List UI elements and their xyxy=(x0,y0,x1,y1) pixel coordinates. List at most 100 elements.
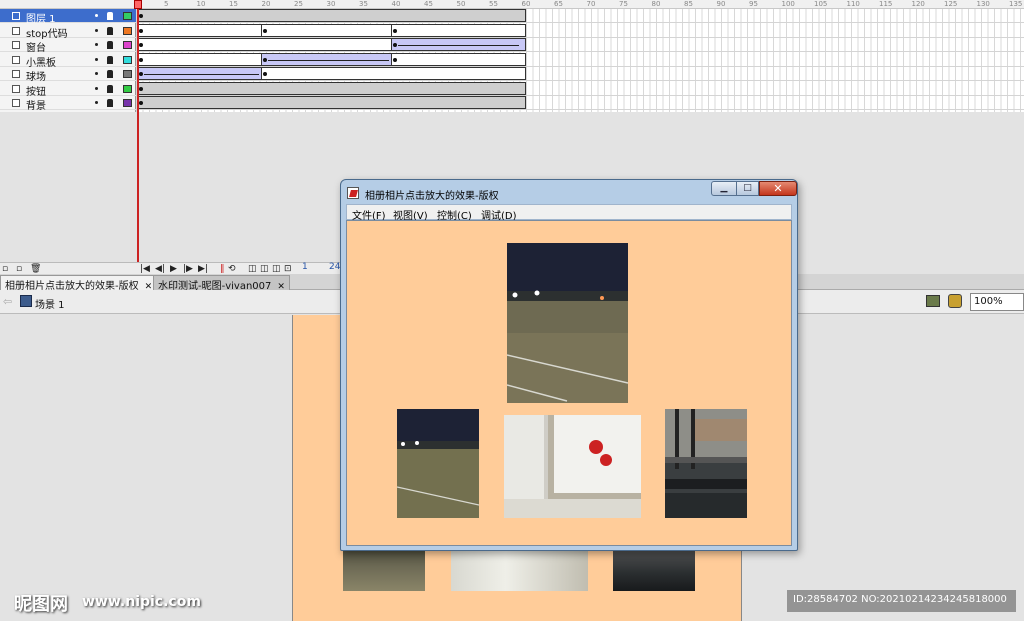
delete-layer-icon[interactable]: 🗑 xyxy=(30,264,41,274)
visibility-toggle-icon[interactable] xyxy=(95,14,98,17)
lock-icon[interactable] xyxy=(107,41,113,49)
keyframe-dot[interactable] xyxy=(262,28,267,33)
lock-icon[interactable] xyxy=(107,12,113,20)
playhead-handle[interactable] xyxy=(134,0,142,9)
outline-color-swatch[interactable] xyxy=(123,26,132,35)
thumbnail-photo-field[interactable] xyxy=(397,409,479,518)
ruler-tick-label: 125 xyxy=(944,0,958,8)
onion-skin-icon[interactable]: ◫ xyxy=(248,264,257,274)
lock-icon[interactable] xyxy=(107,70,113,78)
keyframe-span[interactable] xyxy=(260,67,526,80)
keyframe-span[interactable] xyxy=(260,23,396,37)
keyframe-dot[interactable] xyxy=(139,57,143,62)
keyframe-dot[interactable] xyxy=(139,86,143,91)
layer-row[interactable]: 按钮 xyxy=(0,82,136,98)
lock-icon[interactable] xyxy=(107,99,113,107)
keyframe-dot[interactable] xyxy=(392,57,397,62)
frame-row[interactable] xyxy=(136,96,1024,110)
keyframe-dot[interactable] xyxy=(392,28,397,33)
ruler-tick-label: 65 xyxy=(554,0,563,8)
go-to-last-frame-icon[interactable]: ▶| xyxy=(198,264,208,274)
loop-icon[interactable]: ⟲ xyxy=(228,264,236,274)
tab-watermark-test[interactable]: 水印测试-昵图-vivan007 ✕ xyxy=(153,275,290,292)
outline-color-swatch[interactable] xyxy=(123,70,132,78)
layer-row[interactable]: stop代码 xyxy=(0,24,136,40)
layer-name[interactable]: 背景 xyxy=(26,97,46,112)
ruler-tick-label: 130 xyxy=(976,0,990,8)
frame-row[interactable] xyxy=(136,67,1024,81)
thumbnail-photo-window[interactable] xyxy=(665,409,747,518)
keyframe-span[interactable] xyxy=(137,52,266,66)
layer-row[interactable]: 小黑板 xyxy=(0,53,136,69)
layer-row[interactable]: 图层 1 xyxy=(0,9,136,25)
keyframe-span[interactable] xyxy=(390,23,526,37)
play-icon[interactable]: ▶ xyxy=(170,264,177,274)
enlarged-photo-field[interactable] xyxy=(507,243,628,403)
step-back-icon[interactable]: ◀| xyxy=(155,264,165,274)
visibility-toggle-icon[interactable] xyxy=(95,86,98,90)
frame-row[interactable] xyxy=(136,23,1024,38)
outline-color-swatch[interactable] xyxy=(123,41,132,49)
layer-row[interactable]: 窗台 xyxy=(0,38,136,54)
layer-row[interactable]: 球场 xyxy=(0,67,136,83)
step-forward-icon[interactable]: |▶ xyxy=(183,264,193,274)
outline-color-swatch[interactable] xyxy=(123,84,132,93)
keyframe-span[interactable] xyxy=(390,52,526,66)
motion-tween-span[interactable] xyxy=(390,38,526,51)
keyframe-span[interactable] xyxy=(137,96,526,109)
go-to-first-frame-icon[interactable]: |◀ xyxy=(140,264,150,274)
keyframe-span[interactable] xyxy=(137,81,526,95)
modify-markers-icon[interactable]: ⊡ xyxy=(284,264,292,274)
layer-type-icon xyxy=(12,84,20,93)
scene-label[interactable]: 场景 1 xyxy=(35,296,65,311)
keyframe-dot[interactable] xyxy=(139,14,143,18)
keyframe-dot[interactable] xyxy=(139,43,143,47)
frame-ruler[interactable]: 1510152025303540455055606570758085909510… xyxy=(0,0,1024,9)
keyframe-span[interactable] xyxy=(137,38,396,51)
keyframe-span[interactable] xyxy=(137,23,266,37)
keyframe-dot[interactable] xyxy=(262,57,267,62)
thumbnail-photo-board[interactable] xyxy=(504,415,641,518)
keyframe-dot[interactable] xyxy=(262,72,267,76)
visibility-toggle-icon[interactable] xyxy=(95,72,98,75)
edit-scene-icon[interactable] xyxy=(926,295,940,307)
minimize-button[interactable]: ▁ xyxy=(711,181,737,196)
onion-outline-icon[interactable]: ◫ xyxy=(260,264,269,274)
lock-icon[interactable] xyxy=(107,55,113,64)
frame-grid[interactable] xyxy=(136,9,1024,112)
motion-tween-span[interactable] xyxy=(260,52,396,66)
motion-tween-span[interactable] xyxy=(137,67,266,80)
visibility-toggle-icon[interactable] xyxy=(95,57,98,61)
keyframe-span[interactable] xyxy=(137,9,526,22)
back-arrow-icon[interactable]: ⇦ xyxy=(3,295,12,308)
outline-color-swatch[interactable] xyxy=(123,55,132,64)
close-button[interactable]: ✕ xyxy=(759,181,797,196)
outline-color-swatch[interactable] xyxy=(123,99,132,107)
visibility-toggle-icon[interactable] xyxy=(95,101,98,104)
outline-color-swatch[interactable] xyxy=(123,12,132,20)
keyframe-dot[interactable] xyxy=(139,28,143,33)
marker-icon[interactable]: ‖ xyxy=(220,264,225,274)
keyframe-dot[interactable] xyxy=(392,43,397,47)
maximize-button[interactable]: □ xyxy=(737,181,759,196)
lock-icon[interactable] xyxy=(107,84,113,93)
flash-player-window[interactable]: 相册相片点击放大的效果-版权 ▁ □ ✕ 文件(F) 视图(V) 控制(C) 调… xyxy=(340,179,798,551)
frame-row[interactable] xyxy=(136,9,1024,23)
keyframe-dot[interactable] xyxy=(139,72,143,76)
new-folder-icon[interactable]: ▫ xyxy=(16,264,22,274)
zoom-input[interactable]: 100% xyxy=(970,293,1024,311)
frame-row[interactable] xyxy=(136,38,1024,52)
tab-album-effect[interactable]: 相册相片点击放大的效果-版权 ✕ xyxy=(0,275,158,292)
current-frame-readout: 1 xyxy=(302,262,308,272)
edit-multiple-frames-icon[interactable]: ◫ xyxy=(272,264,281,274)
new-layer-icon[interactable]: ▫ xyxy=(2,264,8,274)
layer-row[interactable]: 背景 xyxy=(0,96,136,112)
edit-symbols-icon[interactable] xyxy=(948,294,962,308)
keyframe-dot[interactable] xyxy=(139,101,143,105)
frame-row[interactable] xyxy=(136,52,1024,67)
visibility-toggle-icon[interactable] xyxy=(95,28,98,32)
visibility-toggle-icon[interactable] xyxy=(95,43,98,46)
ruler-tick-label: 25 xyxy=(294,0,303,8)
lock-icon[interactable] xyxy=(107,26,113,35)
frame-row[interactable] xyxy=(136,81,1024,96)
